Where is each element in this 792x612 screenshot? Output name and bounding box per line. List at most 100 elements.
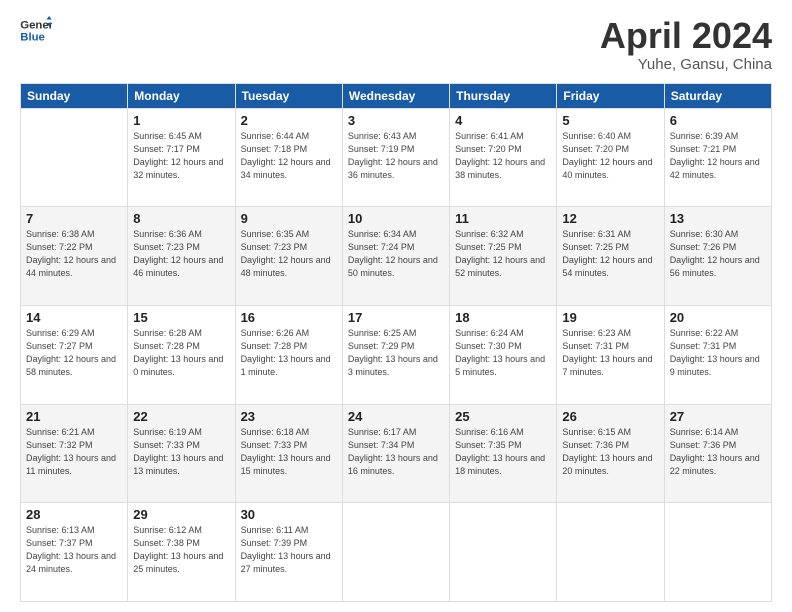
day-info: Sunrise: 6:14 AMSunset: 7:36 PMDaylight:…: [670, 426, 766, 478]
day-number: 12: [562, 211, 658, 226]
day-number: 20: [670, 310, 766, 325]
day-info: Sunrise: 6:11 AMSunset: 7:39 PMDaylight:…: [241, 524, 337, 576]
week-row-4: 21 Sunrise: 6:21 AMSunset: 7:32 PMDayligh…: [21, 404, 772, 503]
day-number: 22: [133, 409, 229, 424]
day-number: 28: [26, 507, 122, 522]
weekday-header-thursday: Thursday: [450, 83, 557, 108]
week-row-5: 28Sunrise: 6:13 AMSunset: 7:37 PMDayligh…: [21, 503, 772, 602]
day-number: 8: [133, 211, 229, 226]
day-number: 30: [241, 507, 337, 522]
day-cell: [342, 503, 449, 602]
day-cell: 2 Sunrise: 6:44 AMSunset: 7:18 PMDaylight…: [235, 108, 342, 207]
week-row-2: 7 Sunrise: 6:38 AMSunset: 7:22 PMDaylight…: [21, 207, 772, 306]
day-cell: [664, 503, 771, 602]
day-info: Sunrise: 6:30 AMSunset: 7:26 PMDaylight:…: [670, 228, 766, 280]
weekday-header-tuesday: Tuesday: [235, 83, 342, 108]
day-cell: 22Sunrise: 6:19 AMSunset: 7:33 PMDayligh…: [128, 404, 235, 503]
day-info: Sunrise: 6:40 AMSunset: 7:20 PMDaylight:…: [562, 130, 658, 182]
day-number: 21: [26, 409, 122, 424]
day-cell: 18 Sunrise: 6:24 AMSunset: 7:30 PMDayligh…: [450, 305, 557, 404]
day-number: 9: [241, 211, 337, 226]
day-number: 17: [348, 310, 444, 325]
day-cell: 16Sunrise: 6:26 AMSunset: 7:28 PMDayligh…: [235, 305, 342, 404]
day-number: 11: [455, 211, 551, 226]
day-info: Sunrise: 6:38 AMSunset: 7:22 PMDaylight:…: [26, 228, 122, 280]
day-cell: 20 Sunrise: 6:22 AMSunset: 7:31 PMDayligh…: [664, 305, 771, 404]
weekday-header-monday: Monday: [128, 83, 235, 108]
day-number: 14: [26, 310, 122, 325]
day-info: Sunrise: 6:15 AMSunset: 7:36 PMDaylight:…: [562, 426, 658, 478]
day-cell: 30 Sunrise: 6:11 AMSunset: 7:39 PMDayligh…: [235, 503, 342, 602]
day-cell: 24Sunrise: 6:17 AMSunset: 7:34 PMDayligh…: [342, 404, 449, 503]
day-cell: 25Sunrise: 6:16 AMSunset: 7:35 PMDayligh…: [450, 404, 557, 503]
header: General Blue April 2024 Yuhe, Gansu, Chi…: [20, 16, 772, 73]
day-cell: [450, 503, 557, 602]
day-number: 2: [241, 113, 337, 128]
day-cell: 29 Sunrise: 6:12 AMSunset: 7:38 PMDayligh…: [128, 503, 235, 602]
day-cell: 6 Sunrise: 6:39 AMSunset: 7:21 PMDaylight…: [664, 108, 771, 207]
day-info: Sunrise: 6:39 AMSunset: 7:21 PMDaylight:…: [670, 130, 766, 182]
day-cell: 4 Sunrise: 6:41 AMSunset: 7:20 PMDaylight…: [450, 108, 557, 207]
week-row-1: 1 Sunrise: 6:45 AMSunset: 7:17 PMDaylight…: [21, 108, 772, 207]
day-number: 25: [455, 409, 551, 424]
day-number: 13: [670, 211, 766, 226]
day-cell: [557, 503, 664, 602]
day-info: Sunrise: 6:23 AMSunset: 7:31 PMDaylight:…: [562, 327, 658, 379]
day-info: Sunrise: 6:18 AMSunset: 7:33 PMDaylight:…: [241, 426, 337, 478]
day-info: Sunrise: 6:41 AMSunset: 7:20 PMDaylight:…: [455, 130, 551, 182]
title-block: April 2024 Yuhe, Gansu, China: [600, 16, 772, 73]
svg-text:Blue: Blue: [20, 32, 45, 44]
day-cell: 13 Sunrise: 6:30 AMSunset: 7:26 PMDayligh…: [664, 207, 771, 306]
day-number: 1: [133, 113, 229, 128]
day-number: 19: [562, 310, 658, 325]
day-number: 26: [562, 409, 658, 424]
day-number: 27: [670, 409, 766, 424]
day-number: 6: [670, 113, 766, 128]
weekday-header-friday: Friday: [557, 83, 664, 108]
day-info: Sunrise: 6:31 AMSunset: 7:25 PMDaylight:…: [562, 228, 658, 280]
weekday-header-row: SundayMondayTuesdayWednesdayThursdayFrid…: [21, 83, 772, 108]
day-info: Sunrise: 6:35 AMSunset: 7:23 PMDaylight:…: [241, 228, 337, 280]
day-cell: 8 Sunrise: 6:36 AMSunset: 7:23 PMDaylight…: [128, 207, 235, 306]
day-cell: 26 Sunrise: 6:15 AMSunset: 7:36 PMDayligh…: [557, 404, 664, 503]
day-info: Sunrise: 6:29 AMSunset: 7:27 PMDaylight:…: [26, 327, 122, 379]
day-info: Sunrise: 6:25 AMSunset: 7:29 PMDaylight:…: [348, 327, 444, 379]
day-number: 18: [455, 310, 551, 325]
day-number: 5: [562, 113, 658, 128]
weekday-header-saturday: Saturday: [664, 83, 771, 108]
calendar-table: SundayMondayTuesdayWednesdayThursdayFrid…: [20, 83, 772, 602]
svg-text:General: General: [20, 19, 52, 31]
day-number: 23: [241, 409, 337, 424]
day-number: 4: [455, 113, 551, 128]
day-cell: 17 Sunrise: 6:25 AMSunset: 7:29 PMDayligh…: [342, 305, 449, 404]
day-cell: 15Sunrise: 6:28 AMSunset: 7:28 PMDayligh…: [128, 305, 235, 404]
day-info: Sunrise: 6:44 AMSunset: 7:18 PMDaylight:…: [241, 130, 337, 182]
day-info: Sunrise: 6:32 AMSunset: 7:25 PMDaylight:…: [455, 228, 551, 280]
day-number: 10: [348, 211, 444, 226]
day-cell: 27 Sunrise: 6:14 AMSunset: 7:36 PMDayligh…: [664, 404, 771, 503]
day-cell: 21 Sunrise: 6:21 AMSunset: 7:32 PMDayligh…: [21, 404, 128, 503]
logo: General Blue: [20, 16, 52, 44]
day-info: Sunrise: 6:26 AMSunset: 7:28 PMDaylight:…: [241, 327, 337, 379]
day-number: 7: [26, 211, 122, 226]
day-cell: 12 Sunrise: 6:31 AMSunset: 7:25 PMDayligh…: [557, 207, 664, 306]
weekday-header-wednesday: Wednesday: [342, 83, 449, 108]
day-info: Sunrise: 6:45 AMSunset: 7:17 PMDaylight:…: [133, 130, 229, 182]
day-cell: 23 Sunrise: 6:18 AMSunset: 7:33 PMDayligh…: [235, 404, 342, 503]
day-number: 29: [133, 507, 229, 522]
day-cell: 14 Sunrise: 6:29 AMSunset: 7:27 PMDayligh…: [21, 305, 128, 404]
day-cell: [21, 108, 128, 207]
day-cell: 9 Sunrise: 6:35 AMSunset: 7:23 PMDaylight…: [235, 207, 342, 306]
day-cell: 1 Sunrise: 6:45 AMSunset: 7:17 PMDaylight…: [128, 108, 235, 207]
day-cell: 11 Sunrise: 6:32 AMSunset: 7:25 PMDayligh…: [450, 207, 557, 306]
location-subtitle: Yuhe, Gansu, China: [600, 56, 772, 73]
day-info: Sunrise: 6:24 AMSunset: 7:30 PMDaylight:…: [455, 327, 551, 379]
day-info: Sunrise: 6:21 AMSunset: 7:32 PMDaylight:…: [26, 426, 122, 478]
week-row-3: 14 Sunrise: 6:29 AMSunset: 7:27 PMDayligh…: [21, 305, 772, 404]
day-cell: 28Sunrise: 6:13 AMSunset: 7:37 PMDayligh…: [21, 503, 128, 602]
day-info: Sunrise: 6:22 AMSunset: 7:31 PMDaylight:…: [670, 327, 766, 379]
day-info: Sunrise: 6:36 AMSunset: 7:23 PMDaylight:…: [133, 228, 229, 280]
weekday-header-sunday: Sunday: [21, 83, 128, 108]
day-info: Sunrise: 6:12 AMSunset: 7:38 PMDaylight:…: [133, 524, 229, 576]
day-number: 24: [348, 409, 444, 424]
